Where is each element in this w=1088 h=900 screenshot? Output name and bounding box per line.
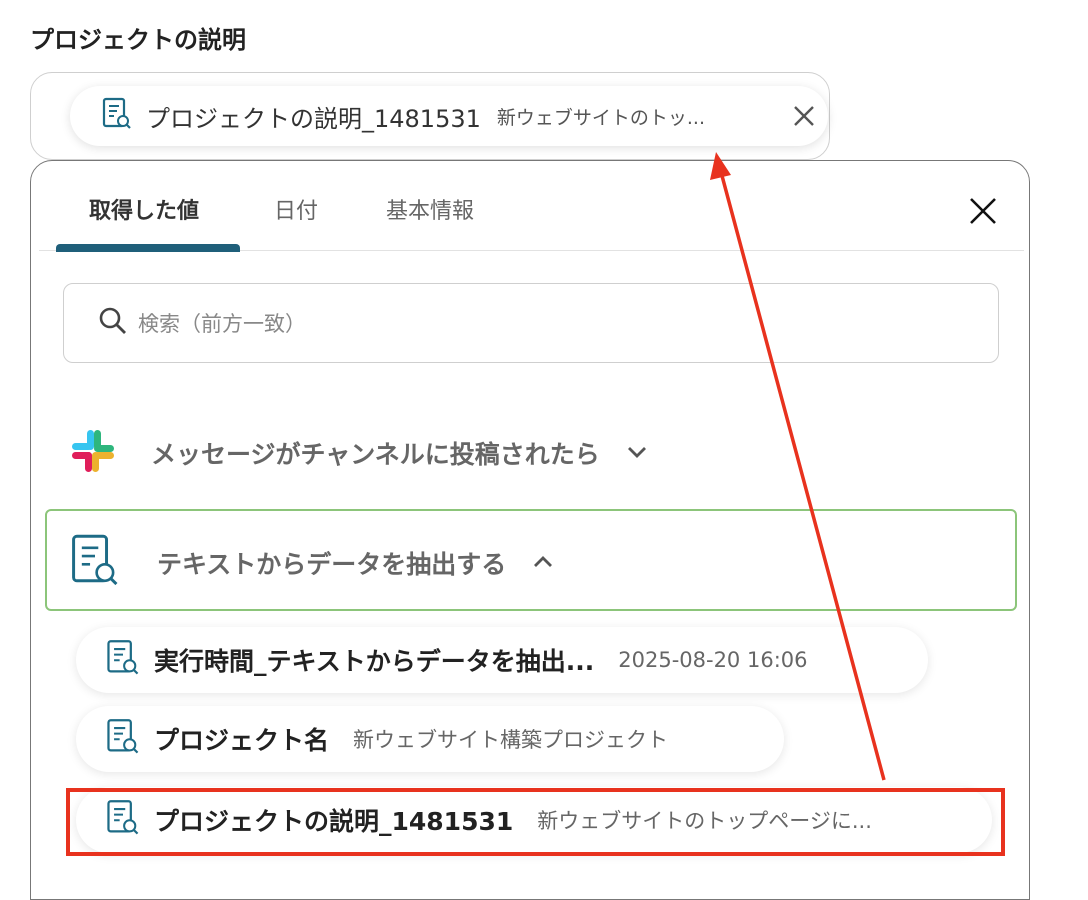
annotation-arrow (710, 152, 886, 781)
